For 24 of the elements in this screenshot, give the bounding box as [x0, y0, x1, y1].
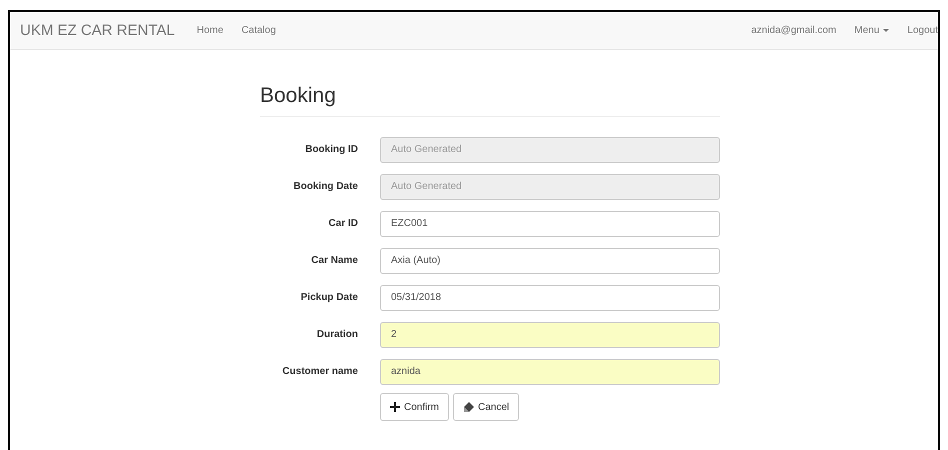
- field-label: Car Name: [310, 255, 358, 266]
- field-label: Booking ID: [304, 144, 358, 155]
- field-label: Car ID: [328, 218, 358, 229]
- eraser-icon: [463, 402, 474, 412]
- page-title: Booking: [260, 84, 720, 117]
- field-label: Duration: [316, 329, 358, 340]
- confirm-button[interactable]: Confirm: [380, 393, 450, 421]
- field-label: Customer name: [281, 366, 358, 377]
- cancel-button[interactable]: Cancel: [453, 393, 520, 421]
- caret-icon: [883, 29, 890, 32]
- input-field[interactable]: 05/31/2018: [380, 284, 720, 310]
- input-field[interactable]: 2: [380, 322, 720, 348]
- input-field[interactable]: aznida: [380, 358, 720, 384]
- nav-link[interactable]: Catalog: [241, 25, 276, 36]
- logout-link[interactable]: Logout: [907, 25, 938, 36]
- plus-icon: [390, 402, 400, 412]
- brand-link[interactable]: UKM EZ CAR RENTAL: [20, 22, 175, 39]
- input-field[interactable]: Axia (Auto): [380, 248, 720, 274]
- input-field[interactable]: EZC001: [380, 210, 720, 236]
- field-label: Booking Date: [292, 181, 358, 192]
- field-label: Pickup Date: [300, 292, 358, 303]
- menu-dropdown[interactable]: Menu: [854, 25, 890, 36]
- user-email-link[interactable]: aznida@gmail.com: [751, 25, 836, 36]
- nav-link[interactable]: Home: [196, 25, 224, 36]
